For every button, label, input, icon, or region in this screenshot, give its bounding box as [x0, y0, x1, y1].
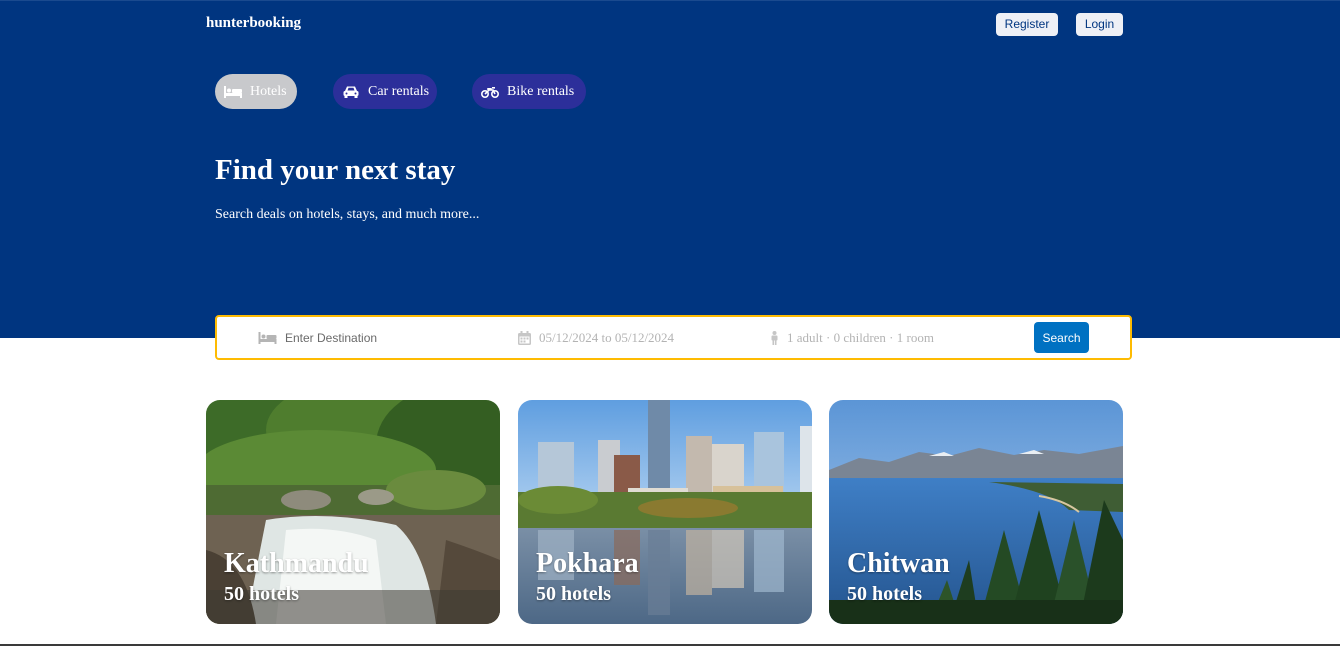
- city-name: Pokhara: [536, 548, 639, 579]
- tab-car-rentals[interactable]: Car rentals: [333, 74, 437, 109]
- city-name: Chitwan: [847, 548, 950, 579]
- tab-hotels-label: Hotels: [250, 83, 287, 99]
- bed-icon: [224, 85, 242, 99]
- logo[interactable]: hunterbooking: [206, 15, 301, 32]
- hero-subtitle: Search deals on hotels, stays, and much …: [215, 207, 480, 222]
- car-icon: [342, 85, 360, 99]
- city-name: Kathmandu: [224, 548, 369, 579]
- hero-title: Find your next stay: [215, 154, 456, 186]
- tab-bike-rentals[interactable]: Bike rentals: [472, 74, 586, 109]
- register-button[interactable]: Register: [996, 13, 1058, 36]
- search-button[interactable]: Search: [1034, 322, 1089, 353]
- guests-text: 1 adult · 0 children · 1 room: [787, 329, 934, 345]
- tab-bike-rentals-label: Bike rentals: [507, 83, 575, 99]
- hero-section: hunterbooking Register Login Hotels Car …: [0, 0, 1340, 338]
- guests-field[interactable]: 1 adult · 0 children · 1 room: [770, 317, 990, 358]
- city-card-chitwan[interactable]: Chitwan 50 hotels: [829, 400, 1123, 624]
- search-bar: 05/12/2024 to 05/12/2024 1 adult · 0 chi…: [215, 315, 1132, 360]
- tab-hotels[interactable]: Hotels: [215, 74, 297, 109]
- city-hotel-count: 50 hotels: [224, 583, 299, 605]
- date-range-field[interactable]: 05/12/2024 to 05/12/2024: [518, 317, 718, 358]
- person-icon: [770, 330, 779, 345]
- destination-field[interactable]: [258, 317, 488, 358]
- city-hotel-count: 50 hotels: [847, 583, 922, 605]
- login-button[interactable]: Login: [1076, 13, 1123, 36]
- city-card-pokhara[interactable]: Pokhara 50 hotels: [518, 400, 812, 624]
- date-range-text: 05/12/2024 to 05/12/2024: [539, 329, 675, 345]
- motorcycle-icon: [481, 85, 499, 99]
- tab-car-rentals-label: Car rentals: [368, 83, 430, 99]
- city-card-kathmandu[interactable]: Kathmandu 50 hotels: [206, 400, 500, 624]
- bed-icon: [258, 331, 277, 345]
- city-hotel-count: 50 hotels: [536, 583, 611, 605]
- destination-input[interactable]: [285, 330, 475, 345]
- calendar-icon: [518, 330, 531, 345]
